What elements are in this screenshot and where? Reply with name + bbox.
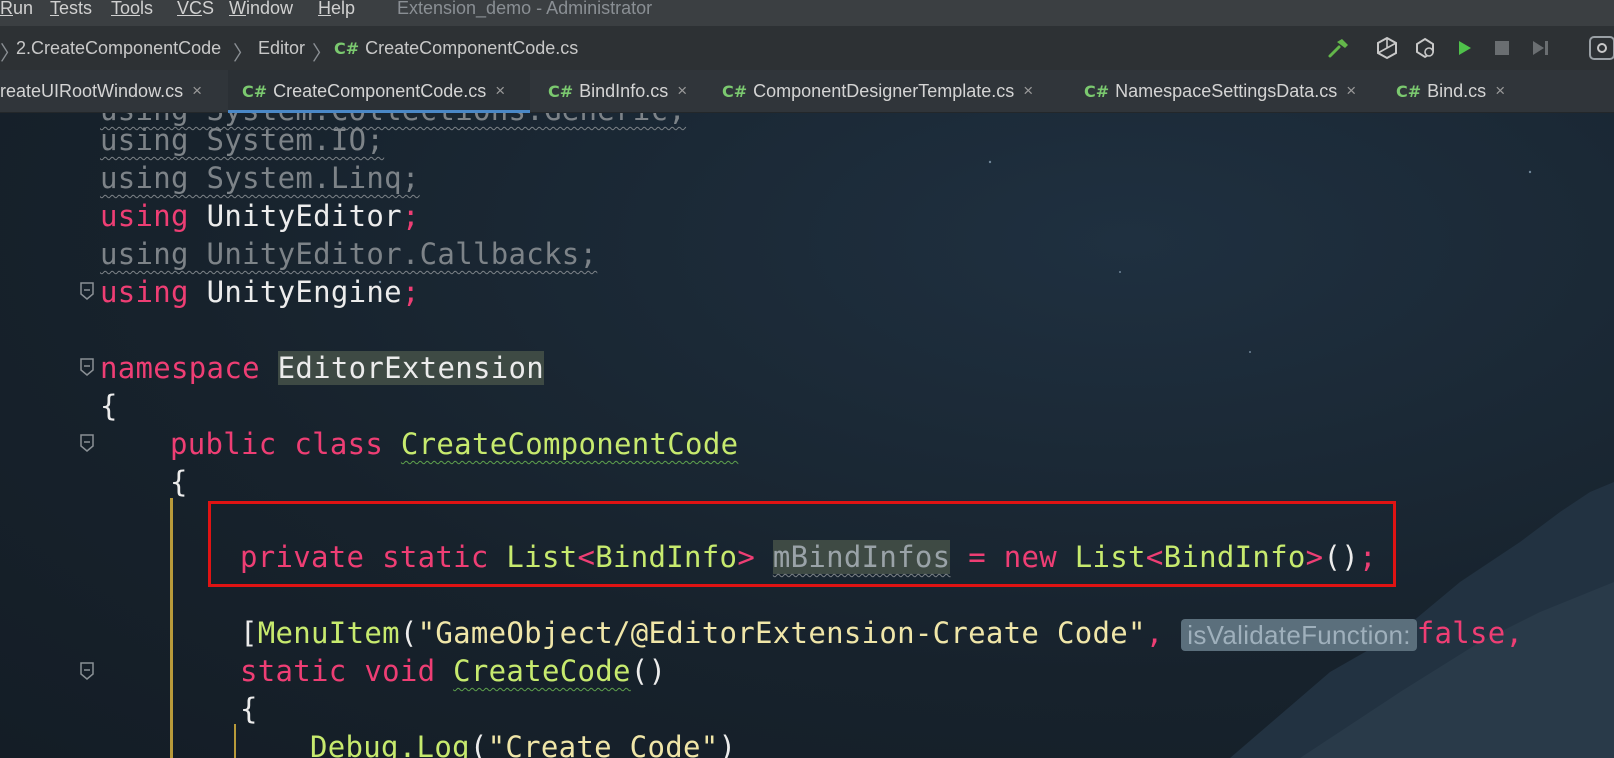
code-line: using UnityEngine; — [100, 275, 420, 309]
menu-vcs[interactable]: VCS — [177, 0, 214, 19]
indent-guide — [234, 724, 236, 758]
code-line: { — [170, 465, 188, 499]
tab-create-component-code[interactable]: C# CreateComponentCode.cs × — [228, 70, 530, 113]
code-line: using UnityEditor.Callbacks; — [100, 237, 598, 271]
code-line: namespace EditorExtension — [100, 351, 545, 385]
csharp-file-icon: C# — [1084, 81, 1110, 101]
menu-tools[interactable]: Tools — [111, 0, 153, 19]
code-line: using System.IO; — [100, 123, 385, 157]
tab-create-ui-root-window[interactable]: reateUIRootWindow.cs × — [0, 70, 222, 112]
unity-attach-icon[interactable] — [1374, 35, 1400, 61]
fold-marker-icon[interactable] — [80, 662, 94, 680]
code-line: using System.Linq; — [100, 161, 420, 195]
breadcrumb-separator-icon: 〉 — [233, 43, 253, 65]
window-title: Extension_demo - Administrator — [397, 0, 653, 18]
menu-help[interactable]: Help — [318, 0, 355, 19]
run-play-icon[interactable] — [1451, 35, 1477, 61]
tab-bind-info[interactable]: C# BindInfo.cs × — [548, 70, 687, 112]
close-icon[interactable]: × — [677, 81, 687, 101]
breadcrumb-project[interactable]: 2.CreateComponentCode — [16, 38, 221, 59]
code-line: { — [100, 389, 118, 423]
close-icon[interactable]: × — [1495, 81, 1505, 101]
indent-guide — [170, 498, 173, 758]
step-over-icon[interactable] — [1528, 35, 1554, 61]
close-icon[interactable]: × — [495, 81, 505, 101]
breadcrumb-folder[interactable]: Editor — [258, 38, 305, 59]
csharp-file-icon: C# — [1396, 81, 1422, 101]
tab-bind[interactable]: C# Bind.cs × — [1396, 70, 1505, 112]
code-line: Debug.Log("Create Code") — [310, 730, 737, 758]
editor-tab-bar: reateUIRootWindow.cs × C# CreateComponen… — [0, 70, 1614, 113]
navigation-bar: 〉 2.CreateComponentCode 〉 Editor 〉 C# Cre… — [0, 26, 1614, 70]
build-hammer-icon[interactable] — [1326, 35, 1352, 61]
csharp-file-icon: C# — [722, 81, 748, 101]
tab-namespace-settings-data[interactable]: C# NamespaceSettingsData.cs × — [1084, 70, 1356, 112]
stop-icon[interactable] — [1489, 35, 1515, 61]
code-line: public class CreateComponentCode — [170, 427, 739, 461]
csharp-file-icon: C# — [334, 39, 360, 58]
fold-marker-icon[interactable] — [80, 282, 94, 300]
close-icon[interactable]: × — [192, 81, 202, 101]
fold-marker-icon[interactable] — [80, 434, 94, 452]
code-line: [MenuItem("GameObject/@EditorExtension-C… — [240, 616, 1524, 651]
menu-tests[interactable]: Tests — [50, 0, 92, 19]
code-editor[interactable]: using System.Collections.Generic; using … — [0, 112, 1614, 758]
breadcrumb-file[interactable]: C# CreateComponentCode.cs — [334, 38, 578, 59]
csharp-file-icon: C# — [242, 81, 268, 101]
menu-run[interactable]: Run — [0, 0, 33, 19]
csharp-file-icon: C# — [548, 81, 574, 101]
code-line: static void CreateCode() — [240, 654, 667, 688]
fold-marker-icon[interactable] — [80, 358, 94, 376]
close-icon[interactable]: × — [1023, 81, 1033, 101]
highlight-annotation-box — [208, 501, 1396, 587]
close-icon[interactable]: × — [1346, 81, 1356, 101]
menu-window[interactable]: Window — [229, 0, 293, 19]
menu-bar: Run Tests Tools VCS Window Help Extensio… — [0, 0, 1614, 26]
eye-icon[interactable] — [1586, 35, 1614, 61]
code-line: using UnityEditor; — [100, 199, 420, 233]
unity-refresh-icon[interactable] — [1412, 35, 1438, 61]
code-line: { — [240, 692, 258, 726]
breadcrumb-separator-icon: 〉 — [312, 43, 332, 65]
tab-component-designer-template[interactable]: C# ComponentDesignerTemplate.cs × — [722, 70, 1033, 112]
parameter-hint: isValidateFunction: — [1181, 619, 1417, 651]
